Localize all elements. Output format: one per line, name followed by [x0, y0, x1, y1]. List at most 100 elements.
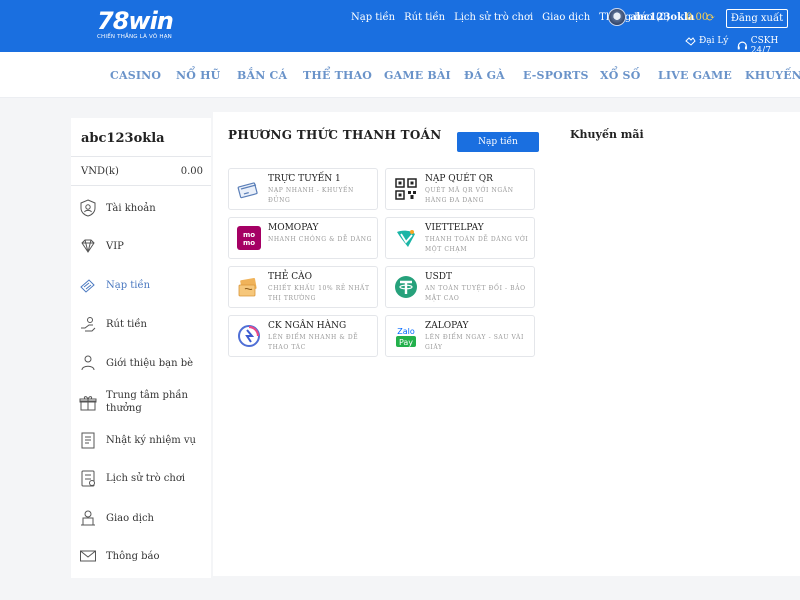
svg-text:mo: mo: [243, 231, 255, 239]
scratch-card-icon: [238, 278, 257, 297]
payment-method-desc: LÊN ĐIỂM NHANH & DỄ THAO TÁC: [268, 334, 359, 351]
payment-methods-title: PHƯƠNG THỨC THANH TOÁN: [228, 128, 442, 142]
sidebar-item-transactions[interactable]: Giao dịch: [79, 509, 209, 527]
mail-icon: [80, 550, 96, 562]
sidebar-item-label: Thông báo: [106, 550, 160, 562]
payment-method-desc: CHIẾT KHẤU 10% RẺ NHẤT THỊ TRƯỜNG: [268, 285, 370, 302]
task-log-icon: [81, 432, 95, 449]
svg-text:Pay: Pay: [399, 338, 413, 347]
svg-text:Zalo: Zalo: [397, 327, 415, 336]
payment-method-momo[interactable]: mo mo MOMOPAY NHANH CHÓNG & DỄ DÀNG: [228, 217, 378, 259]
sidebar-item-refer[interactable]: Giới thiệu bạn bè: [79, 354, 209, 372]
momo-icon: momo: [237, 226, 261, 250]
sidebar-item-label-line2: thưởng: [106, 403, 142, 414]
payment-method-zalopay[interactable]: Zalo Pay ZALOPAY LÊN ĐIỂM NGAY - SAU VÀI …: [385, 315, 535, 357]
nav-live-game[interactable]: LIVE GAME: [658, 69, 732, 82]
payment-method-usdt[interactable]: USDT AN TOÀN TUYỆT ĐỐI - BẢO MẬT CAO: [385, 266, 535, 308]
payment-method-name: TRỰC TUYẾN 1: [268, 174, 341, 184]
payment-method-name: THẺ CÀO: [268, 272, 313, 282]
qr-code-icon: [395, 178, 417, 200]
nav-khuyen-mai[interactable]: KHUYẾN MÃI: [745, 69, 800, 82]
bank-transfer-icon: [238, 325, 260, 347]
nav-xo-so[interactable]: XỔ SỐ: [600, 69, 640, 82]
payment-method-name: CK NGÂN HÀNG: [268, 321, 347, 331]
viettelpay-icon: [397, 230, 415, 247]
refresh-icon[interactable]: ⟳: [706, 11, 715, 24]
payment-method-scratch-card[interactable]: THẺ CÀO CHIẾT KHẤU 10% RẺ NHẤT THỊ TRƯỜN…: [228, 266, 378, 308]
sidebar-item-deposit[interactable]: Nạp tiền: [79, 276, 209, 294]
payment-method-name: ZALOPAY: [425, 321, 469, 331]
user-shield-icon: [80, 199, 96, 217]
transaction-icon: [81, 510, 95, 526]
divider: [71, 156, 211, 157]
payment-method-name: USDT: [425, 272, 452, 282]
payment-method-bank-transfer[interactable]: CK NGÂN HÀNG LÊN ĐIỂM NHANH & DỄ THAO TÁ…: [228, 315, 378, 357]
zalopay-icon: Zalo Pay: [396, 327, 416, 347]
account-sidebar: abc123okla VND(k) 0.00 Tài khoản VIP Nạp…: [71, 118, 211, 578]
payment-method-qr[interactable]: NẠP QUÉT QR QUÉT MÃ QR VỚI NGÂN HÀNG ĐA …: [385, 168, 535, 210]
nav-no-hu[interactable]: NỔ HŨ: [176, 69, 220, 82]
sidebar-username: abc123okla: [81, 131, 165, 146]
payment-method-desc: THANH TOÁN DỄ DÀNG VỚI MỘT CHẠM: [425, 236, 529, 253]
sidebar-item-withdraw[interactable]: Rút tiền: [79, 315, 209, 333]
sidebar-balance-label: VND(k): [81, 166, 119, 177]
payment-method-name: MOMOPAY: [268, 223, 319, 233]
sidebar-item-account[interactable]: Tài khoản: [79, 199, 209, 217]
header-username[interactable]: abc123okla: [630, 12, 694, 23]
logo[interactable]: 78win CHIẾN THẮNG LÀ VÔ HẠN: [97, 9, 197, 45]
agent-link[interactable]: Đại Lý: [685, 36, 728, 46]
deposit-panel: PHƯƠNG THỨC THANH TOÁN Nạp tiền Khuyến m…: [213, 112, 800, 576]
deposit-icon: [80, 279, 95, 293]
online-card-icon: [237, 182, 258, 199]
payment-method-online[interactable]: TRỰC TUYẾN 1 NẠP NHANH - KHUYẾN ĐỦNG: [228, 168, 378, 210]
payment-method-desc: LÊN ĐIỂM NGAY - SAU VÀI GIÂY: [425, 334, 524, 351]
header-link-transactions[interactable]: Giao dịch: [542, 12, 590, 23]
payment-method-viettelpay[interactable]: VIETTELPAY THANH TOÁN DỄ DÀNG VỚI MỘT CH…: [385, 217, 535, 259]
sidebar-item-task-log[interactable]: Nhật ký nhiệm vụ: [79, 431, 209, 449]
agent-label: Đại Lý: [699, 36, 729, 46]
payment-method-name: VIETTELPAY: [425, 223, 484, 233]
sidebar-item-label: Giới thiệu bạn bè: [106, 357, 194, 369]
gift-icon: [79, 396, 97, 411]
avatar[interactable]: [608, 8, 626, 26]
sidebar-item-notifications[interactable]: Thông báo: [79, 547, 209, 565]
deposit-button[interactable]: Nạp tiền: [457, 132, 539, 152]
nav-esports[interactable]: E-SPORTS: [523, 69, 589, 82]
headset-icon: [737, 41, 747, 50]
nav-ban-ca[interactable]: BẮN CÁ: [237, 69, 287, 82]
payment-method-desc: NẠP NHANH - KHUYẾN ĐỦNG: [268, 187, 354, 204]
sidebar-item-rewards[interactable]: Trung tâm phần thưởng: [79, 389, 209, 415]
sidebar-item-game-history[interactable]: Lịch sử trò chơi: [79, 469, 209, 487]
header-balance: 0.00: [686, 12, 709, 23]
usdt-icon: [395, 276, 417, 298]
header-link-withdraw[interactable]: Rút tiền: [404, 12, 445, 23]
payment-method-desc: NHANH CHÓNG & DỄ DÀNG: [268, 236, 373, 243]
sidebar-item-label: Nạp tiền: [106, 279, 151, 291]
payment-method-name: NẠP QUÉT QR: [425, 174, 493, 184]
svg-text:mo: mo: [243, 239, 255, 247]
sidebar-item-vip[interactable]: VIP: [79, 237, 209, 255]
sidebar-item-label: Rút tiền: [106, 318, 147, 330]
refer-friend-icon: [81, 355, 95, 371]
nav-game-bai[interactable]: GAME BÀI: [384, 69, 451, 82]
game-history-icon: [81, 470, 95, 487]
top-header: 78win CHIẾN THẮNG LÀ VÔ HẠN Nạp tiền Rút…: [0, 0, 800, 56]
header-link-deposit[interactable]: Nạp tiền: [351, 12, 395, 23]
logout-button[interactable]: Đăng xuất: [726, 9, 788, 28]
sidebar-item-label: Giao dịch: [106, 512, 154, 524]
header-link-game-history[interactable]: Lịch sử trò chơi: [454, 12, 533, 23]
logo-text: 78win: [97, 7, 174, 35]
handshake-icon: [685, 36, 696, 46]
sidebar-item-label: Tài khoản: [106, 202, 156, 214]
logo-slogan: CHIẾN THẮNG LÀ VÔ HẠN: [97, 34, 172, 40]
nav-da-ga[interactable]: ĐÁ GÀ: [464, 69, 505, 82]
nav-the-thao[interactable]: THỂ THAO: [303, 69, 372, 82]
vip-diamond-icon: [81, 239, 95, 253]
nav-casino[interactable]: CASINO: [110, 69, 161, 82]
payment-method-desc: QUÉT MÃ QR VỚI NGÂN HÀNG ĐA DẠNG: [425, 187, 514, 204]
withdraw-icon: [81, 317, 96, 332]
divider: [71, 185, 211, 186]
main-nav: CASINO NỔ HŨ BẮN CÁ THỂ THAO GAME BÀI ĐÁ…: [0, 52, 800, 98]
sidebar-balance-value: 0.00: [180, 166, 203, 177]
sidebar-item-label: Lịch sử trò chơi: [106, 472, 186, 484]
